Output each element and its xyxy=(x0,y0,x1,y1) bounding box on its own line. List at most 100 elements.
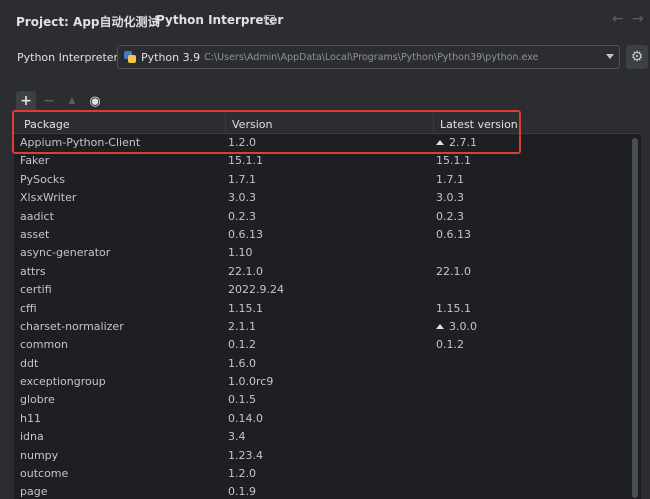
table-row[interactable]: Faker 15.1.1 15.1.1 xyxy=(14,152,641,170)
package-name: Appium-Python-Client xyxy=(20,136,141,149)
package-version: 1.2.0 xyxy=(228,136,256,149)
table-row[interactable]: page 0.1.9 xyxy=(14,483,641,499)
package-version: 2022.9.24 xyxy=(228,283,284,297)
python-icon xyxy=(124,51,136,63)
table-row[interactable]: numpy 1.23.4 xyxy=(14,447,641,465)
package-name: h11 xyxy=(20,411,41,425)
package-name: numpy xyxy=(20,448,59,462)
back-arrow-icon[interactable]: ← xyxy=(612,11,624,27)
package-name: idna xyxy=(20,430,44,444)
package-name: PySocks xyxy=(20,172,66,186)
table-row[interactable]: h11 0.14.0 xyxy=(14,410,641,428)
latest-version-text: 3.0.0 xyxy=(449,319,477,333)
latest-version-text: 2.7.1 xyxy=(449,136,477,149)
table-row[interactable]: PySocks 1.7.1 1.7.1 xyxy=(14,171,641,189)
package-latest-version: 2.7.1 xyxy=(436,136,477,149)
package-version: 1.0.0rc9 xyxy=(228,375,274,389)
package-latest-version: 3.0.3 xyxy=(436,191,464,204)
package-name: aadict xyxy=(20,209,54,223)
table-row[interactable]: XlsxWriter 3.0.3 3.0.3 xyxy=(14,189,641,207)
package-version: 1.23.4 xyxy=(228,448,263,462)
vertical-scrollbar[interactable] xyxy=(632,138,638,498)
add-package-button[interactable]: + xyxy=(16,91,36,111)
table-row[interactable]: common 0.1.2 0.1.2 xyxy=(14,336,641,354)
package-latest-version: 1.7.1 xyxy=(436,173,464,186)
latest-version-text: 1.15.1 xyxy=(436,301,471,315)
show-early-releases-eye-icon[interactable]: ◉ xyxy=(85,91,105,111)
package-version: 1.15.1 xyxy=(228,301,263,315)
package-version: 0.1.2 xyxy=(228,338,256,352)
interpreter-select[interactable]: Python 3.9 C:\Users\Admin\AppData\Local\… xyxy=(117,45,620,69)
package-version: 1.7.1 xyxy=(228,172,256,186)
remove-package-button[interactable]: − xyxy=(39,91,59,111)
table-row[interactable]: cffi 1.15.1 1.15.1 xyxy=(14,300,641,318)
table-row[interactable]: asset 0.6.13 0.6.13 xyxy=(14,226,641,244)
table-row[interactable]: attrs 22.1.0 22.1.0 xyxy=(14,263,641,281)
package-name: page xyxy=(20,485,48,499)
column-divider[interactable] xyxy=(225,114,226,134)
column-divider[interactable] xyxy=(433,114,434,134)
interpreter-path: C:\Users\Admin\AppData\Local\Programs\Py… xyxy=(204,51,539,63)
latest-version-text: 0.1.2 xyxy=(436,338,464,352)
package-version: 0.1.5 xyxy=(228,393,256,407)
latest-version-text: 15.1.1 xyxy=(436,154,471,168)
package-name: Faker xyxy=(20,154,50,168)
package-version: 2.1.1 xyxy=(228,319,256,333)
latest-version-text: 22.1.0 xyxy=(436,264,471,278)
package-latest-version: 15.1.1 xyxy=(436,154,471,167)
table-row[interactable]: globre 0.1.5 xyxy=(14,391,641,409)
table-row[interactable]: charset-normalizer 2.1.1 3.0.0 xyxy=(14,318,641,336)
package-version: 1.10 xyxy=(228,246,253,260)
column-header-package[interactable]: Package xyxy=(24,118,70,131)
package-latest-version: 1.15.1 xyxy=(436,302,471,315)
package-name: ddt xyxy=(20,356,39,370)
package-name: cffi xyxy=(20,301,37,315)
latest-version-text: 0.2.3 xyxy=(436,209,464,223)
package-version: 3.0.3 xyxy=(228,191,256,205)
upgrade-available-icon xyxy=(436,323,444,329)
table-row[interactable]: certifi 2022.9.24 xyxy=(14,281,641,299)
table-row[interactable]: aadict 0.2.3 0.2.3 xyxy=(14,208,641,226)
upgrade-package-button[interactable]: ▲ xyxy=(62,91,82,111)
breadcrumb-project[interactable]: Project: App自动化测试 xyxy=(16,13,160,30)
package-name: XlsxWriter xyxy=(20,191,77,205)
breadcrumb-separator-icon: › xyxy=(141,12,147,27)
column-header-version[interactable]: Version xyxy=(232,118,272,131)
interpreter-label: Python Interpreter: xyxy=(17,51,122,64)
gear-icon: ⚙ xyxy=(630,49,644,65)
layout-icon[interactable] xyxy=(265,15,275,25)
package-name: outcome xyxy=(20,467,69,481)
table-header: Package Version Latest version xyxy=(14,114,641,134)
column-header-latest-version[interactable]: Latest version xyxy=(440,118,518,131)
package-name: async-generator xyxy=(20,246,111,260)
table-row[interactable]: ddt 1.6.0 xyxy=(14,355,641,373)
package-latest-version: 22.1.0 xyxy=(436,265,471,278)
package-name: exceptiongroup xyxy=(20,375,106,389)
table-row[interactable]: idna 3.4 xyxy=(14,428,641,446)
forward-arrow-icon[interactable]: → xyxy=(632,11,644,27)
package-name: certifi xyxy=(20,283,52,297)
package-version: 1.6.0 xyxy=(228,356,256,370)
table-row[interactable]: outcome 1.2.0 xyxy=(14,465,641,483)
packages-toolbar: + − ▲ ◉ xyxy=(16,91,108,111)
chevron-down-icon[interactable] xyxy=(606,54,614,59)
table-row[interactable]: exceptiongroup 1.0.0rc9 xyxy=(14,373,641,391)
table-body: Appium-Python-Client 1.2.0 2.7.1 Faker 15.1.… xyxy=(14,134,641,499)
packages-table: Package Version Latest version Appium-Py… xyxy=(14,114,641,499)
package-version: 0.14.0 xyxy=(228,411,263,425)
package-latest-version: 0.6.13 xyxy=(436,228,471,241)
latest-version-text: 0.6.13 xyxy=(436,227,471,241)
interpreter-name: Python 3.9 xyxy=(141,50,201,64)
settings-window: Project: App自动化测试 › Python Interpreter ←… xyxy=(0,0,650,499)
latest-version-text: 3.0.3 xyxy=(436,191,464,205)
package-version: 1.2.0 xyxy=(228,467,256,481)
package-name: common xyxy=(20,338,68,352)
table-row[interactable]: Appium-Python-Client 1.2.0 2.7.1 xyxy=(14,134,641,152)
package-version: 0.1.9 xyxy=(228,485,256,499)
package-latest-version: 0.2.3 xyxy=(436,210,464,223)
settings-gear-button[interactable]: ⚙ xyxy=(626,45,648,69)
breadcrumb: Project: App自动化测试 › Python Interpreter ←… xyxy=(0,0,650,40)
table-row[interactable]: async-generator 1.10 xyxy=(14,244,641,262)
upgrade-available-icon xyxy=(436,140,444,145)
package-name: attrs xyxy=(20,264,46,278)
